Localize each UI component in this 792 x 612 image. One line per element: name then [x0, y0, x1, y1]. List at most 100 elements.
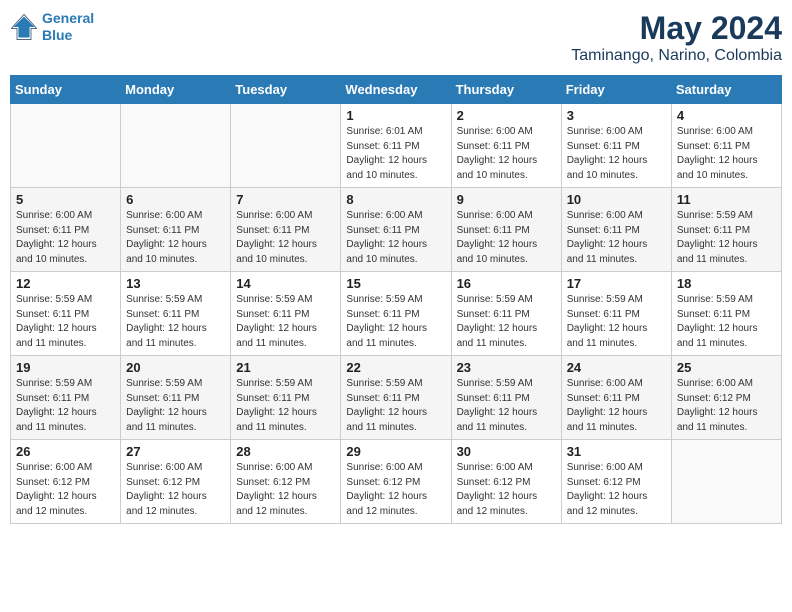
day-of-week-header: Tuesday — [231, 76, 341, 104]
day-number: 31 — [567, 444, 666, 459]
logo-text: General Blue — [42, 10, 94, 44]
day-number: 7 — [236, 192, 335, 207]
day-number: 26 — [16, 444, 115, 459]
calendar-cell: 24 Sunrise: 6:00 AM Sunset: 6:11 PM Dayli… — [561, 356, 671, 440]
day-info: Sunrise: 6:01 AM Sunset: 6:11 PM Dayligh… — [346, 125, 445, 183]
calendar-cell: 3Sunrise: 6:00 AM Sunset: 6:11 PM Daylig… — [561, 104, 671, 188]
day-info: Sunrise: 5:59 AM Sunset: 6:11 PM Dayligh… — [677, 293, 776, 351]
day-info: Sunrise: 6:00 AM Sunset: 6:12 PM Dayligh… — [567, 461, 666, 519]
day-info: Sunrise: 5:59 AM Sunset: 6:11 PM Dayligh… — [346, 293, 445, 351]
day-number: 11 — [677, 192, 776, 207]
calendar-cell: 2 Sunrise: 6:00 AM Sunset: 6:11 PM Daylig… — [451, 104, 561, 188]
day-of-week-header: Friday — [561, 76, 671, 104]
calendar-cell: 28 Sunrise: 6:00 AM Sunset: 6:12 PM Dayli… — [231, 440, 341, 524]
day-number: 16 — [457, 276, 556, 291]
day-info: Sunrise: 6:00 AM Sunset: 6:11 PM Dayligh… — [126, 209, 225, 267]
day-number: 2 — [457, 108, 556, 123]
day-info: Sunrise: 6:00 AM Sunset: 6:11 PM Dayligh… — [567, 377, 666, 435]
calendar-week-row: 1Sunrise: 6:01 AM Sunset: 6:11 PM Daylig… — [11, 104, 782, 188]
day-info: Sunrise: 5:59 AM Sunset: 6:11 PM Dayligh… — [126, 377, 225, 435]
day-number: 17 — [567, 276, 666, 291]
day-number: 3 — [567, 108, 666, 123]
day-info: Sunrise: 6:00 AM Sunset: 6:11 PM Dayligh… — [677, 125, 776, 183]
calendar-cell: 16 Sunrise: 5:59 AM Sunset: 6:11 PM Dayli… — [451, 272, 561, 356]
day-number: 27 — [126, 444, 225, 459]
day-number: 25 — [677, 360, 776, 375]
calendar-cell — [121, 104, 231, 188]
day-number: 13 — [126, 276, 225, 291]
calendar-cell: 25 Sunrise: 6:00 AM Sunset: 6:12 PM Dayli… — [671, 356, 781, 440]
calendar-cell: 11 Sunrise: 5:59 AM Sunset: 6:11 PM Dayli… — [671, 188, 781, 272]
calendar-cell: 8Sunrise: 6:00 AM Sunset: 6:11 PM Daylig… — [341, 188, 451, 272]
calendar-cell — [231, 104, 341, 188]
day-number: 18 — [677, 276, 776, 291]
day-number: 23 — [457, 360, 556, 375]
day-info: Sunrise: 5:59 AM Sunset: 6:11 PM Dayligh… — [677, 209, 776, 267]
day-info: Sunrise: 5:59 AM Sunset: 6:11 PM Dayligh… — [236, 293, 335, 351]
calendar-cell: 19 Sunrise: 5:59 AM Sunset: 6:11 PM Dayli… — [11, 356, 121, 440]
day-info: Sunrise: 5:59 AM Sunset: 6:11 PM Dayligh… — [126, 293, 225, 351]
month-title: May 2024 — [571, 10, 782, 47]
calendar-week-row: 26 Sunrise: 6:00 AM Sunset: 6:12 PM Dayli… — [11, 440, 782, 524]
calendar-cell: 13 Sunrise: 5:59 AM Sunset: 6:11 PM Dayli… — [121, 272, 231, 356]
day-number: 28 — [236, 444, 335, 459]
day-number: 10 — [567, 192, 666, 207]
calendar-cell: 21Sunrise: 5:59 AM Sunset: 6:11 PM Dayli… — [231, 356, 341, 440]
day-of-week-header: Sunday — [11, 76, 121, 104]
calendar-cell: 10 Sunrise: 6:00 AM Sunset: 6:11 PM Dayli… — [561, 188, 671, 272]
day-info: Sunrise: 5:59 AM Sunset: 6:11 PM Dayligh… — [567, 293, 666, 351]
day-info: Sunrise: 6:00 AM Sunset: 6:12 PM Dayligh… — [16, 461, 115, 519]
calendar-cell: 4Sunrise: 6:00 AM Sunset: 6:11 PM Daylig… — [671, 104, 781, 188]
day-info: Sunrise: 5:59 AM Sunset: 6:11 PM Dayligh… — [457, 377, 556, 435]
day-info: Sunrise: 6:00 AM Sunset: 6:11 PM Dayligh… — [236, 209, 335, 267]
day-number: 21 — [236, 360, 335, 375]
location-title: Taminango, Narino, Colombia — [571, 47, 782, 65]
calendar-header-row: SundayMondayTuesdayWednesdayThursdayFrid… — [11, 76, 782, 104]
day-info: Sunrise: 5:59 AM Sunset: 6:11 PM Dayligh… — [457, 293, 556, 351]
day-info: Sunrise: 5:59 AM Sunset: 6:11 PM Dayligh… — [16, 293, 115, 351]
day-number: 22 — [346, 360, 445, 375]
calendar-cell: 6 Sunrise: 6:00 AM Sunset: 6:11 PM Daylig… — [121, 188, 231, 272]
day-number: 24 — [567, 360, 666, 375]
day-number: 9 — [457, 192, 556, 207]
calendar-week-row: 12 Sunrise: 5:59 AM Sunset: 6:11 PM Dayli… — [11, 272, 782, 356]
day-info: Sunrise: 6:00 AM Sunset: 6:12 PM Dayligh… — [236, 461, 335, 519]
day-of-week-header: Thursday — [451, 76, 561, 104]
day-info: Sunrise: 6:00 AM Sunset: 6:11 PM Dayligh… — [567, 209, 666, 267]
calendar-week-row: 19 Sunrise: 5:59 AM Sunset: 6:11 PM Dayli… — [11, 356, 782, 440]
logo: General Blue — [10, 10, 94, 44]
title-area: May 2024 Taminango, Narino, Colombia — [571, 10, 782, 65]
calendar-cell: 30 Sunrise: 6:00 AM Sunset: 6:12 PM Dayli… — [451, 440, 561, 524]
calendar-cell: 22Sunrise: 5:59 AM Sunset: 6:11 PM Dayli… — [341, 356, 451, 440]
day-number: 19 — [16, 360, 115, 375]
day-number: 6 — [126, 192, 225, 207]
day-number: 30 — [457, 444, 556, 459]
day-info: Sunrise: 6:00 AM Sunset: 6:11 PM Dayligh… — [457, 209, 556, 267]
day-number: 15 — [346, 276, 445, 291]
calendar-cell — [671, 440, 781, 524]
calendar-cell: 12 Sunrise: 5:59 AM Sunset: 6:11 PM Dayli… — [11, 272, 121, 356]
page-header: General Blue May 2024 Taminango, Narino,… — [10, 10, 782, 65]
day-info: Sunrise: 6:00 AM Sunset: 6:12 PM Dayligh… — [677, 377, 776, 435]
day-info: Sunrise: 6:00 AM Sunset: 6:12 PM Dayligh… — [346, 461, 445, 519]
day-info: Sunrise: 6:00 AM Sunset: 6:11 PM Dayligh… — [16, 209, 115, 267]
calendar-cell: 29 Sunrise: 6:00 AM Sunset: 6:12 PM Dayli… — [341, 440, 451, 524]
calendar-cell: 23 Sunrise: 5:59 AM Sunset: 6:11 PM Dayli… — [451, 356, 561, 440]
day-info: Sunrise: 6:00 AM Sunset: 6:12 PM Dayligh… — [457, 461, 556, 519]
calendar-cell: 14Sunrise: 5:59 AM Sunset: 6:11 PM Dayli… — [231, 272, 341, 356]
day-info: Sunrise: 5:59 AM Sunset: 6:11 PM Dayligh… — [16, 377, 115, 435]
day-number: 29 — [346, 444, 445, 459]
calendar-cell: 9 Sunrise: 6:00 AM Sunset: 6:11 PM Daylig… — [451, 188, 561, 272]
day-info: Sunrise: 6:00 AM Sunset: 6:11 PM Dayligh… — [457, 125, 556, 183]
day-number: 5 — [16, 192, 115, 207]
calendar-cell: 17 Sunrise: 5:59 AM Sunset: 6:11 PM Dayli… — [561, 272, 671, 356]
calendar-cell: 31 Sunrise: 6:00 AM Sunset: 6:12 PM Dayli… — [561, 440, 671, 524]
logo-icon — [10, 13, 38, 41]
day-number: 8 — [346, 192, 445, 207]
calendar-cell: 5 Sunrise: 6:00 AM Sunset: 6:11 PM Daylig… — [11, 188, 121, 272]
day-number: 12 — [16, 276, 115, 291]
calendar-cell: 1Sunrise: 6:01 AM Sunset: 6:11 PM Daylig… — [341, 104, 451, 188]
day-info: Sunrise: 6:00 AM Sunset: 6:12 PM Dayligh… — [126, 461, 225, 519]
calendar-cell: 18 Sunrise: 5:59 AM Sunset: 6:11 PM Dayli… — [671, 272, 781, 356]
calendar-table: SundayMondayTuesdayWednesdayThursdayFrid… — [10, 75, 782, 524]
